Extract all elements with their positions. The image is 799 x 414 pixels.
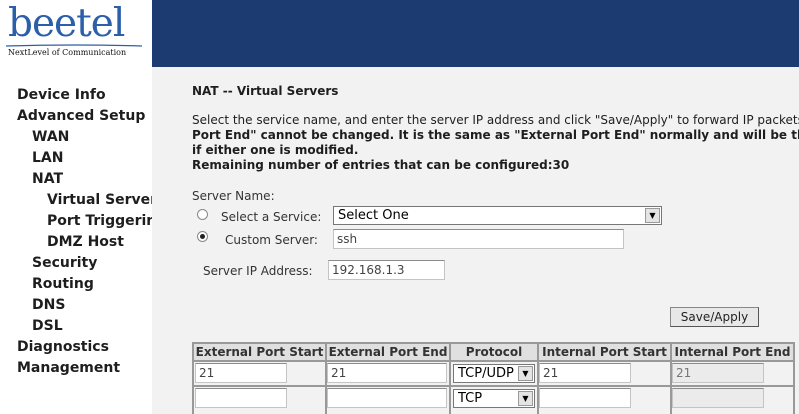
sidebar-item-dmz-host[interactable]: DMZ Host (47, 234, 124, 251)
logo-tagline: NextLevel of Communication (8, 48, 127, 57)
chevron-down-icon: ▼ (518, 391, 533, 406)
protocol-select[interactable]: TCP ▼ (453, 389, 535, 408)
internal-port-end-input (672, 388, 764, 408)
sidebar: Device Info Advanced Setup WAN LAN NAT V… (0, 67, 152, 414)
logo: beetel NextLevel of Communication (0, 0, 152, 67)
server-name-label: Server Name: (192, 189, 275, 203)
protocol-select-value: TCP (458, 391, 483, 406)
service-select[interactable]: Select One ▼ (333, 206, 662, 225)
sidebar-item-device-info[interactable]: Device Info (17, 87, 106, 104)
custom-server-radio[interactable] (197, 231, 208, 242)
save-apply-button[interactable]: Save/Apply (670, 307, 759, 327)
sidebar-item-virtual-servers[interactable]: Virtual Servers (47, 192, 152, 209)
table-cell: TCP ▼ (451, 387, 537, 414)
logo-text: beetel (8, 1, 125, 46)
chevron-down-icon: ▼ (518, 366, 533, 381)
custom-server-input[interactable]: ssh (333, 229, 624, 249)
sidebar-item-management[interactable]: Management (17, 360, 120, 377)
sidebar-item-wan[interactable]: WAN (32, 129, 69, 146)
select-service-label: Select a Service: (221, 210, 322, 224)
service-select-value: Select One (338, 208, 409, 223)
custom-server-label: Custom Server: (225, 233, 318, 247)
external-port-start-input[interactable] (195, 388, 287, 408)
protocol-select[interactable]: TCP/UDP ▼ (453, 364, 535, 383)
header-internal-port-end: Internal Port End (672, 344, 793, 360)
sidebar-item-port-triggering[interactable]: Port Triggering (47, 213, 152, 230)
header-external-port-start: External Port Start (194, 344, 325, 360)
description-line-1: Select the service name, and enter the s… (192, 113, 799, 127)
table-cell (672, 387, 793, 414)
header: beetel NextLevel of Communication (0, 0, 799, 67)
header-protocol: Protocol (451, 344, 537, 360)
description-line-3: if either one is modified. (192, 143, 359, 157)
table-row (194, 387, 325, 414)
main-content: NAT -- Virtual Servers Select the servic… (152, 67, 799, 414)
sidebar-item-lan[interactable]: LAN (32, 150, 63, 167)
protocol-select-value: TCP/UDP (458, 366, 514, 381)
port-table: External Port Start External Port End Pr… (192, 342, 795, 414)
table-cell: 21 (327, 362, 449, 385)
table-cell: 21 (672, 362, 793, 385)
server-ip-label: Server IP Address: (203, 264, 313, 278)
sidebar-item-diagnostics[interactable]: Diagnostics (17, 339, 109, 356)
table-row: 21 (194, 362, 325, 385)
internal-port-start-input[interactable] (539, 388, 631, 408)
sidebar-item-dsl[interactable]: DSL (32, 318, 63, 335)
header-internal-port-start: Internal Port Start (539, 344, 670, 360)
header-external-port-end: External Port End (327, 344, 449, 360)
select-service-radio[interactable] (197, 209, 208, 220)
page-title: NAT -- Virtual Servers (192, 84, 339, 98)
sidebar-item-security[interactable]: Security (32, 255, 97, 272)
remaining-entries-text: Remaining number of entries that can be … (192, 158, 570, 172)
sidebar-item-advanced-setup[interactable]: Advanced Setup (17, 108, 145, 125)
external-port-start-input[interactable]: 21 (195, 363, 287, 383)
external-port-end-input[interactable]: 21 (327, 363, 447, 383)
sidebar-item-nat[interactable]: NAT (32, 171, 63, 188)
internal-port-start-input[interactable]: 21 (539, 363, 631, 383)
description-line-2: Port End" cannot be changed. It is the s… (192, 128, 799, 142)
table-cell: 21 (539, 362, 670, 385)
sidebar-item-routing[interactable]: Routing (32, 276, 94, 293)
table-cell: TCP/UDP ▼ (451, 362, 537, 385)
sidebar-item-dns[interactable]: DNS (32, 297, 65, 314)
external-port-end-input[interactable] (327, 388, 447, 408)
chevron-down-icon: ▼ (645, 208, 660, 223)
table-cell (327, 387, 449, 414)
table-cell (539, 387, 670, 414)
server-ip-input[interactable]: 192.168.1.3 (328, 260, 445, 280)
header-banner (152, 0, 799, 67)
internal-port-end-input: 21 (672, 363, 764, 383)
